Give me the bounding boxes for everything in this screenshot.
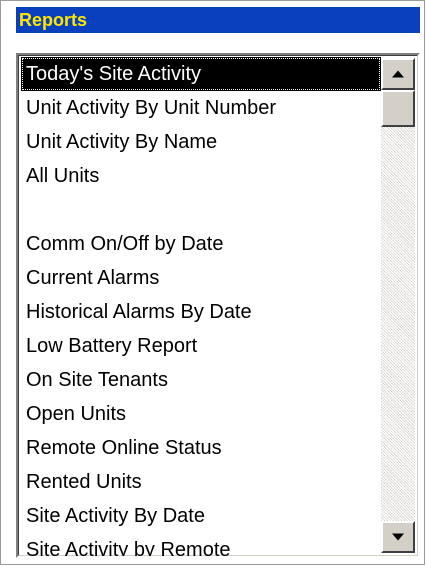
reports-list: Today's Site Activity Unit Activity By U… (21, 57, 381, 556)
listbox-border: Today's Site Activity Unit Activity By U… (18, 55, 418, 556)
list-item-blank[interactable] (21, 193, 381, 227)
list-item-low-battery-report[interactable]: Low Battery Report (21, 329, 381, 363)
reports-listbox[interactable]: Today's Site Activity Unit Activity By U… (16, 53, 420, 558)
scroll-up-button[interactable] (381, 58, 415, 90)
arrow-up-icon (392, 70, 404, 78)
list-item-historical-alarms-by-date[interactable]: Historical Alarms By Date (21, 295, 381, 329)
list-item-current-alarms[interactable]: Current Alarms (21, 261, 381, 295)
list-item-unit-activity-by-name[interactable]: Unit Activity By Name (21, 125, 381, 159)
list-item-on-site-tenants[interactable]: On Site Tenants (21, 363, 381, 397)
scroll-down-button[interactable] (381, 521, 415, 553)
list-item-comm-on-off-by-date[interactable]: Comm On/Off by Date (21, 227, 381, 261)
list-item-open-units[interactable]: Open Units (21, 397, 381, 431)
list-item-unit-activity-by-unit-number[interactable]: Unit Activity By Unit Number (21, 91, 381, 125)
list-item-all-units[interactable]: All Units (21, 159, 381, 193)
scrollbar-thumb[interactable] (381, 90, 415, 127)
list-item-site-activity-by-remote[interactable]: Site Activity by Remote (21, 533, 381, 556)
list-item-remote-online-status[interactable]: Remote Online Status (21, 431, 381, 465)
reports-header: Reports (16, 7, 420, 33)
arrow-down-icon (392, 533, 404, 541)
list-item-site-activity-by-date[interactable]: Site Activity By Date (21, 499, 381, 533)
vertical-scrollbar[interactable] (381, 58, 415, 553)
reports-panel: Reports Today's Site Activity Unit Activ… (0, 0, 425, 565)
list-item-todays-site-activity[interactable]: Today's Site Activity (21, 57, 381, 91)
list-item-rented-units[interactable]: Rented Units (21, 465, 381, 499)
